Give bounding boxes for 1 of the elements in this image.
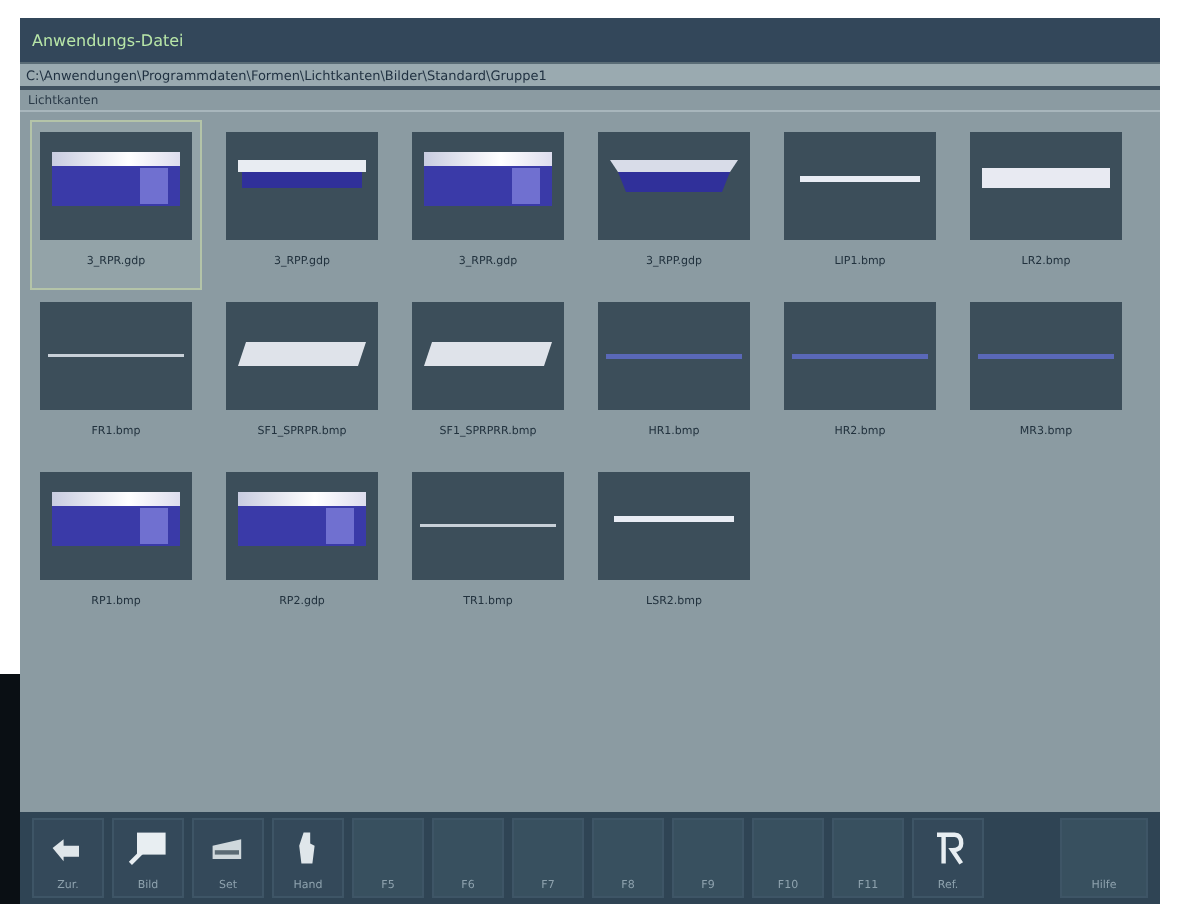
window-title: Anwendungs-Datei xyxy=(32,31,184,49)
